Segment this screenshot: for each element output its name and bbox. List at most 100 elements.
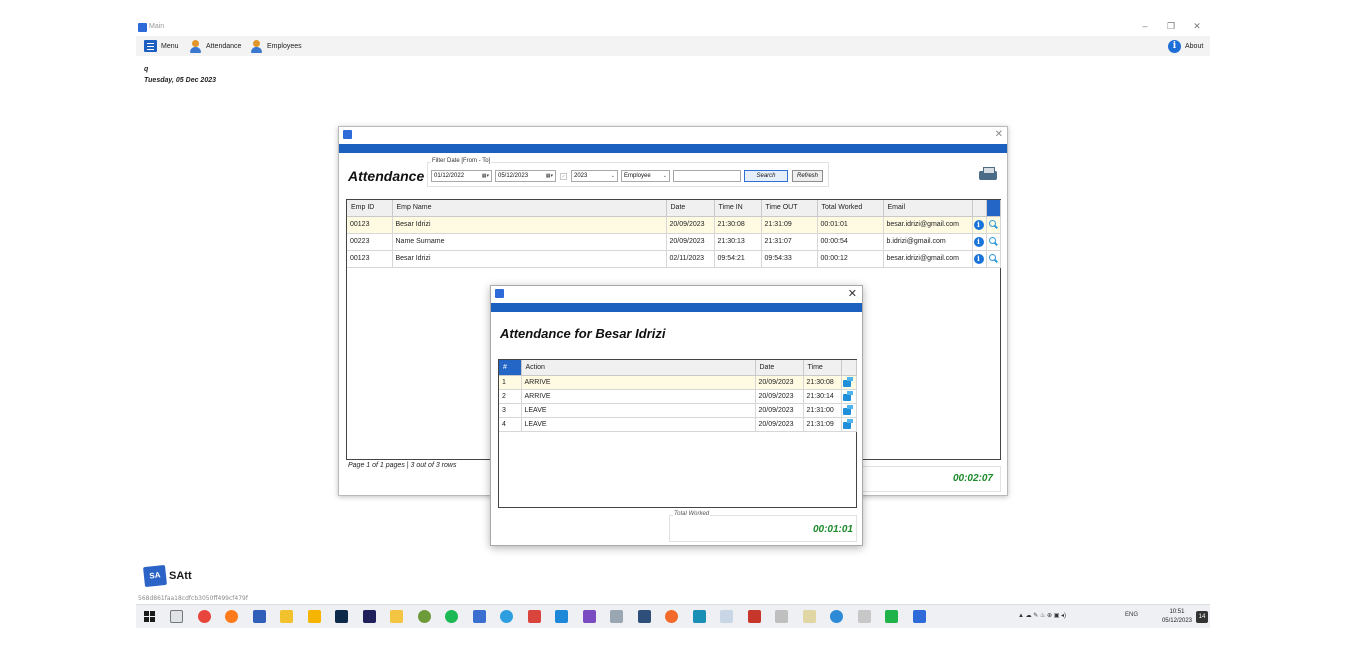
- year-select[interactable]: 2023 ⌄: [571, 170, 618, 182]
- app-icon-5[interactable]: [858, 610, 871, 623]
- share-icon[interactable]: [842, 419, 853, 429]
- table-row[interactable]: 00123 Besar Idrizi 20/09/2023 21:30:08 2…: [347, 216, 1001, 234]
- language-indicator[interactable]: ENG: [1125, 612, 1138, 618]
- app-icon: [138, 23, 147, 32]
- cell-number: 4: [499, 417, 522, 432]
- satt-taskbar-icon[interactable]: [913, 610, 926, 623]
- cell-time-in: 21:30:13: [714, 233, 762, 251]
- info-icon[interactable]: i: [973, 219, 984, 230]
- detail-row[interactable]: 1 ARRIVE 20/09/2023 21:30:08: [499, 375, 857, 390]
- col-time-in[interactable]: Time IN: [714, 200, 762, 217]
- license-hash: 568d861faa18cdfcb3050ff499cf479f: [138, 595, 248, 602]
- app-icon: [343, 130, 352, 139]
- visual-studio-icon[interactable]: [583, 610, 596, 623]
- attendance-close-button[interactable]: ✕: [995, 129, 1003, 140]
- cloud-icon[interactable]: [830, 610, 843, 623]
- editor-icon[interactable]: [803, 610, 816, 623]
- restore-button[interactable]: ❐: [1164, 21, 1178, 32]
- start-button-icon[interactable]: [144, 611, 155, 622]
- close-button[interactable]: ✕: [1190, 21, 1204, 32]
- cell-emp-id: 00223: [347, 233, 393, 251]
- cell-action: ARRIVE: [521, 389, 756, 404]
- notification-badge[interactable]: 14: [1196, 611, 1208, 623]
- table-row[interactable]: 00123 Besar Idrizi 02/11/2023 09:54:21 0…: [347, 250, 1001, 268]
- cell-date: 20/09/2023: [755, 375, 804, 390]
- file-explorer-icon[interactable]: [308, 610, 321, 623]
- date-to-value: 05/12/2023: [498, 173, 529, 179]
- detail-row[interactable]: 4 LEAVE 20/09/2023 21:31:09: [499, 417, 857, 432]
- tray-icons[interactable]: ▲ ☁ ✎ ♨ ⊕ ▣ ◂): [1018, 612, 1066, 619]
- chat-icon[interactable]: [473, 610, 486, 623]
- postman-icon[interactable]: [665, 610, 678, 623]
- search-icon[interactable]: [988, 236, 998, 247]
- cell-time-out: 21:31:07: [761, 233, 818, 251]
- attendance-menu-button[interactable]: Attendance: [189, 39, 241, 53]
- current-user: q: [144, 66, 149, 73]
- chevron-down-icon: ⌄: [662, 173, 667, 179]
- date-from-picker[interactable]: 01/12/2022 ▦▾: [431, 170, 492, 182]
- network-icon[interactable]: [610, 610, 623, 623]
- info-icon[interactable]: i: [973, 253, 984, 264]
- notes-icon[interactable]: [390, 610, 403, 623]
- menu-button[interactable]: Menu: [144, 39, 179, 53]
- crop-icon[interactable]: [775, 610, 788, 623]
- taskbar-clock[interactable]: 10:51 05/12/2023: [1162, 608, 1192, 626]
- security-icon[interactable]: [693, 610, 706, 623]
- about-button[interactable]: i About: [1168, 39, 1203, 53]
- col-time-out[interactable]: Time OUT: [761, 200, 818, 217]
- azure-icon[interactable]: [253, 610, 266, 623]
- sql-icon[interactable]: [638, 610, 651, 623]
- spotify-icon[interactable]: [445, 610, 458, 623]
- table-row[interactable]: 00223 Name Surname 20/09/2023 21:30:13 2…: [347, 233, 1001, 251]
- col-date[interactable]: Date: [666, 200, 715, 217]
- chrome-icon[interactable]: [198, 610, 211, 623]
- cell-action: ARRIVE: [521, 375, 756, 390]
- filezilla-icon[interactable]: [748, 610, 761, 623]
- photoshop-icon[interactable]: [335, 610, 348, 623]
- print-icon[interactable]: [979, 167, 997, 183]
- brand-name: SAtt: [169, 570, 192, 582]
- year-filter-checkbox[interactable]: ✓: [560, 173, 567, 180]
- app-icon-6[interactable]: [885, 610, 898, 623]
- search-icon[interactable]: [988, 253, 998, 264]
- firefox-icon[interactable]: [225, 610, 238, 623]
- col-emp-id[interactable]: Emp ID: [347, 200, 393, 217]
- date-to-picker[interactable]: 05/12/2023 ▦▾: [495, 170, 556, 182]
- attendance-grid: Emp ID Emp Name Date Time IN Time OUT To…: [347, 200, 1001, 268]
- employee-select[interactable]: Employee ⌄: [621, 170, 670, 182]
- dialog-close-button[interactable]: ✕: [848, 287, 857, 300]
- after-effects-icon[interactable]: [363, 610, 376, 623]
- info-icon[interactable]: i: [973, 236, 984, 247]
- refresh-button[interactable]: Refresh: [792, 170, 823, 182]
- cell-date: 20/09/2023: [755, 403, 804, 418]
- about-label: About: [1185, 42, 1204, 50]
- vscode-icon[interactable]: [555, 610, 568, 623]
- minimize-button[interactable]: –: [1138, 21, 1152, 31]
- app-icon-4[interactable]: [720, 610, 733, 623]
- col-total-worked[interactable]: Total Worked: [817, 200, 884, 217]
- mail-icon[interactable]: [280, 610, 293, 623]
- app-icon-2[interactable]: [418, 610, 431, 623]
- task-view-icon[interactable]: [170, 610, 183, 623]
- col-email[interactable]: Email: [883, 200, 973, 217]
- col-number[interactable]: #: [499, 360, 522, 376]
- col-date[interactable]: Date: [755, 360, 804, 376]
- app-icon-3[interactable]: [528, 610, 541, 623]
- col-action[interactable]: Action: [521, 360, 756, 376]
- employees-label: Employees: [267, 42, 302, 50]
- cell-total-worked: 00:00:12: [817, 250, 884, 268]
- share-icon[interactable]: [842, 377, 853, 387]
- detail-row[interactable]: 2 ARRIVE 20/09/2023 21:30:14: [499, 389, 857, 404]
- search-input[interactable]: [673, 170, 741, 182]
- share-icon[interactable]: [842, 391, 853, 401]
- search-icon[interactable]: [988, 219, 998, 230]
- col-emp-name[interactable]: Emp Name: [392, 200, 667, 217]
- share-icon[interactable]: [842, 405, 853, 415]
- col-time[interactable]: Time: [803, 360, 842, 376]
- search-button[interactable]: Search: [744, 170, 788, 182]
- employees-menu-button[interactable]: Employees: [250, 39, 302, 53]
- col-link: [841, 360, 857, 376]
- app-store-icon[interactable]: [500, 610, 513, 623]
- detail-row[interactable]: 3 LEAVE 20/09/2023 21:31:00: [499, 403, 857, 418]
- cell-date: 02/11/2023: [666, 250, 715, 268]
